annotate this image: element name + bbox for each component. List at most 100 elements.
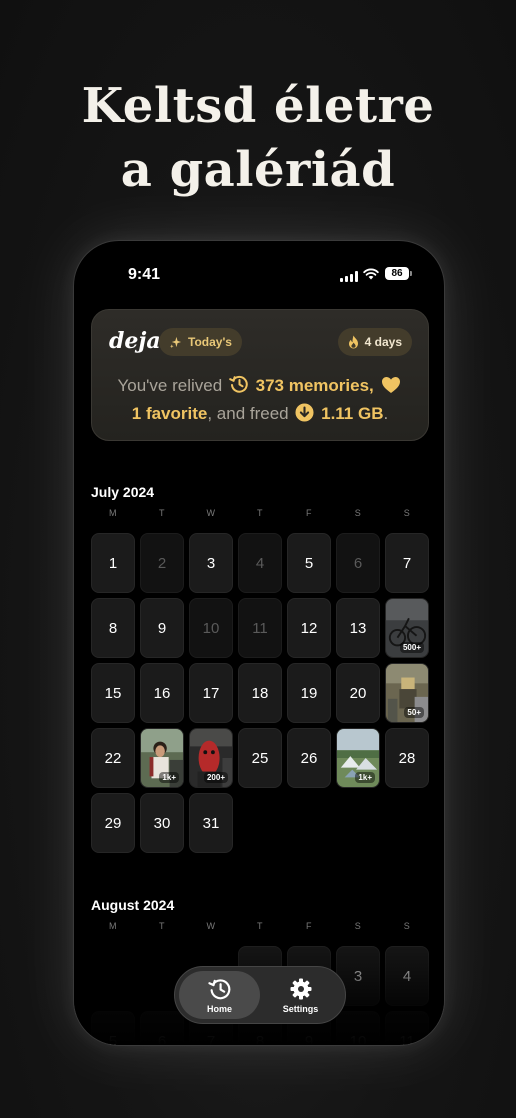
calendar-day[interactable]: 25	[238, 728, 282, 788]
day-number: 25	[251, 749, 269, 767]
tab-bar: Home Settings	[174, 966, 346, 1024]
day-number: 16	[153, 684, 171, 702]
calendar-day[interactable]: 15	[91, 663, 135, 723]
month-title: July 2024	[91, 484, 155, 500]
calendar-day[interactable]: 11	[238, 598, 282, 658]
headline-line-1: Keltsd életre	[81, 78, 435, 134]
summary-text: You've relived 373 memories, 1 favorite,…	[92, 372, 428, 428]
calendar-day[interactable]: 19	[287, 663, 331, 723]
day-number: 2	[157, 554, 167, 572]
weekday-label: S	[403, 508, 411, 518]
flame-icon	[348, 335, 358, 349]
calendar-day[interactable]: 22	[91, 728, 135, 788]
calendar-day[interactable]: 9	[140, 598, 184, 658]
calendar-day[interactable]: 8	[91, 598, 135, 658]
calendar-day[interactable]: 31	[189, 793, 233, 853]
memories-count: 373 memories,	[255, 376, 374, 395]
calendar-day[interactable]: 500+	[385, 598, 429, 658]
todays-button[interactable]: Today's	[159, 328, 242, 356]
calendar-day[interactable]: 1	[91, 533, 135, 593]
photo-count-badge: 1k+	[159, 772, 179, 783]
day-number: 29	[104, 814, 122, 832]
headline: Keltsd életre a galériád	[0, 74, 516, 202]
tab-home[interactable]: Home	[179, 971, 260, 1019]
month-title: August 2024	[91, 897, 175, 913]
summary-text-1: You've relived	[117, 376, 223, 395]
day-number: 12	[300, 619, 318, 637]
calendar-grid-july: 1 2 3 4 5 6 7 8 9 10 11 12 13 500+ 15 16 17 18 19 20 50+ 22 1k…	[91, 533, 429, 853]
sparkle-icon	[169, 336, 182, 348]
calendar-day[interactable]: 12	[287, 598, 331, 658]
calendar-day[interactable]: 28	[385, 728, 429, 788]
app-logo: deja	[109, 328, 161, 354]
day-number: 28	[398, 749, 416, 767]
calendar-day[interactable]: 1k+	[336, 728, 380, 788]
phone-frame: 9:41 86 deja Today's 4 days You've reliv…	[73, 240, 445, 1046]
day-number: 6	[353, 554, 363, 572]
summary-text-3: .	[383, 404, 389, 423]
weekday-row: M T W T F S S	[91, 508, 429, 518]
wifi-icon	[363, 268, 379, 280]
day-number: 1	[108, 554, 118, 572]
weekday-label: S	[354, 508, 362, 518]
photo-count-badge: 500+	[399, 642, 424, 653]
status-time: 9:41	[128, 266, 161, 283]
day-number: 19	[300, 684, 318, 702]
streak-badge[interactable]: 4 days	[337, 328, 412, 356]
photo-count-badge: 1k+	[355, 772, 375, 783]
gear-icon	[290, 978, 311, 999]
calendar-day[interactable]: 29	[91, 793, 135, 853]
summary-card[interactable]: deja Today's 4 days You've relived 373 m…	[91, 309, 429, 441]
day-number: 26	[300, 749, 318, 767]
calendar-day[interactable]: 18	[238, 663, 282, 723]
day-number: 31	[202, 814, 220, 832]
calendar-day[interactable]: 16	[140, 663, 184, 723]
calendar-day[interactable]: 200+	[189, 728, 233, 788]
calendar-day[interactable]: 1k+	[140, 728, 184, 788]
headline-line-2: a galériád	[120, 142, 396, 198]
calendar-day[interactable]: 5	[287, 533, 331, 593]
day-number: 15	[104, 684, 122, 702]
calendar-day[interactable]: 4	[238, 533, 282, 593]
tab-settings[interactable]: Settings	[260, 971, 341, 1019]
day-number: 30	[153, 814, 171, 832]
calendar-day[interactable]: 10	[189, 598, 233, 658]
weekday-label: F	[306, 508, 312, 518]
day-number: 17	[202, 684, 220, 702]
freed-size: 1.11 GB	[321, 404, 384, 423]
photo-count-badge: 200+	[203, 772, 228, 783]
weekday-label: T	[257, 508, 263, 518]
calendar-day[interactable]: 2	[140, 533, 184, 593]
calendar-day[interactable]: 17	[189, 663, 233, 723]
day-number: 22	[104, 749, 122, 767]
calendar-day[interactable]: 26	[287, 728, 331, 788]
tab-home-label: Home	[206, 1003, 232, 1014]
history-icon	[229, 375, 248, 393]
day-number: 3	[206, 554, 216, 572]
calendar-day[interactable]: 3	[189, 533, 233, 593]
heart-icon	[381, 377, 400, 393]
calendar-day[interactable]: 7	[385, 533, 429, 593]
calendar-day[interactable]: 50+	[385, 663, 429, 723]
day-number: 13	[349, 619, 367, 637]
day-number: 8	[108, 619, 118, 637]
day-number: 7	[402, 554, 412, 572]
calendar-day[interactable]: 20	[336, 663, 380, 723]
day-number: 4	[255, 554, 265, 572]
download-arrow-icon	[295, 403, 314, 422]
weekday-label: W	[206, 508, 216, 518]
weekday-label: M	[109, 508, 117, 518]
todays-label: Today's	[188, 335, 232, 349]
calendar-day[interactable]: 13	[336, 598, 380, 658]
photo-count-badge: 50+	[404, 707, 424, 718]
day-number: 18	[251, 684, 269, 702]
calendar-day[interactable]: 30	[140, 793, 184, 853]
history-icon	[207, 978, 230, 999]
day-number: 20	[349, 684, 367, 702]
streak-label: 4 days	[364, 335, 402, 349]
summary-text-2: , and freed	[207, 404, 289, 423]
tab-settings-label: Settings	[282, 1003, 319, 1014]
status-bar: 9:41 86	[74, 261, 444, 291]
day-number: 9	[157, 619, 167, 637]
calendar-day[interactable]: 6	[336, 533, 380, 593]
